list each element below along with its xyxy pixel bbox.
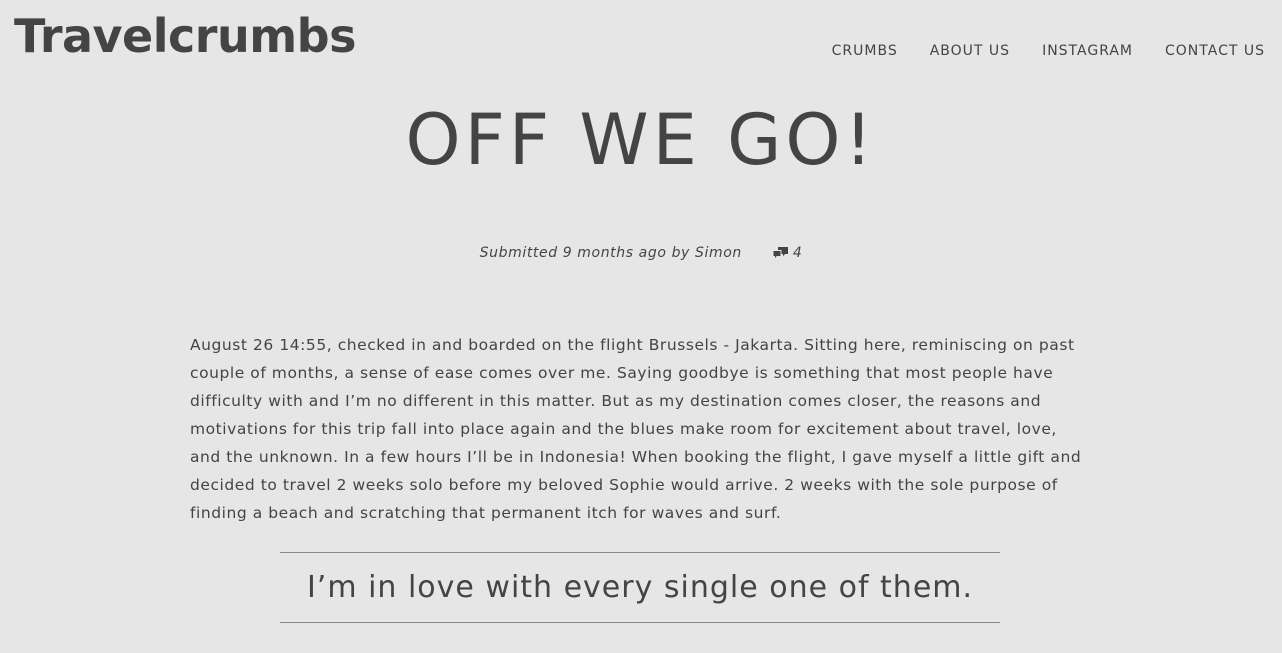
post-title: OFF WE GO! [405,99,877,181]
comments-count: 4 [792,245,803,261]
page: Travelcrumbs CRUMBS ABOUT US INSTAGRAM C… [0,0,1282,653]
submitted-info: Submitted 9 months ago by Simon [479,245,742,261]
main-nav: CRUMBS ABOUT US INSTAGRAM CONTACT US [832,41,1265,61]
pull-quote: I’m in love with every single one of the… [280,552,1000,623]
nav-item-contact-us[interactable]: CONTACT US [1165,41,1265,61]
comments-link[interactable]: 4 [772,243,803,263]
site-title[interactable]: Travelcrumbs [14,8,356,64]
nav-item-instagram[interactable]: INSTAGRAM [1042,41,1133,61]
nav-item-crumbs[interactable]: CRUMBS [832,41,898,61]
comments-icon [772,246,789,261]
post-meta: Submitted 9 months ago by Simon 4 [0,243,1282,263]
nav-item-about-us[interactable]: ABOUT US [930,41,1010,61]
post-body: August 26 14:55, checked in and boarded … [190,336,1082,522]
